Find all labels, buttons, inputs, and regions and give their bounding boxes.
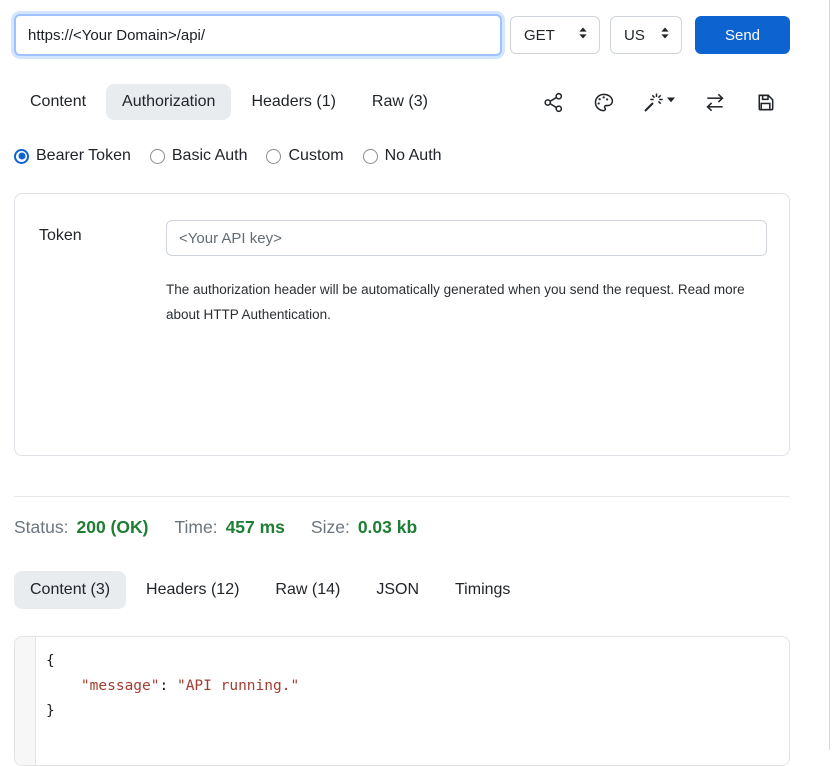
updown-arrows-icon (659, 26, 671, 44)
radio-circle-icon[interactable] (266, 149, 281, 164)
time-label: Time: (174, 517, 217, 538)
tab-authorization[interactable]: Authorization (106, 84, 231, 120)
json-key: "message" (81, 678, 160, 694)
token-label: Token (39, 220, 166, 256)
save-icon[interactable] (754, 91, 777, 114)
radio-circle-icon[interactable] (363, 149, 378, 164)
send-button[interactable]: Send (695, 16, 790, 54)
token-input[interactable] (166, 220, 767, 256)
time-value: 457 ms (226, 517, 285, 538)
json-brace: } (46, 703, 55, 719)
status-value: 200 (OK) (76, 517, 148, 538)
size-value: 0.03 kb (358, 517, 417, 538)
json-indent (46, 678, 81, 694)
region-select[interactable]: US (610, 16, 682, 54)
response-status-row: Status: 200 (OK) Time: 457 ms Size: 0.03… (14, 517, 790, 538)
request-tabs: Content Authorization Headers (1) Raw (3… (14, 84, 790, 120)
json-separator: : (160, 678, 177, 694)
tab-raw[interactable]: Raw (3) (356, 84, 444, 120)
palette-icon[interactable] (592, 91, 615, 114)
response-json: { "message": "API running." } (36, 637, 299, 765)
code-gutter (15, 637, 36, 765)
request-bar: GET US Send (14, 14, 790, 56)
json-brace: { (46, 653, 55, 669)
json-value: "API running." (177, 678, 299, 694)
magic-wand-icon[interactable] (642, 91, 676, 114)
resp-tab-json[interactable]: JSON (360, 571, 435, 609)
tab-content[interactable]: Content (14, 84, 102, 120)
radio-bearer-token[interactable]: Bearer Token (14, 147, 131, 165)
divider (14, 496, 790, 497)
radio-label: Basic Auth (172, 147, 248, 165)
response-tabs: Content (3) Headers (12) Raw (14) JSON T… (14, 571, 790, 609)
updown-arrows-icon (577, 26, 589, 44)
method-select-value: GET (524, 27, 555, 44)
resp-tab-raw[interactable]: Raw (14) (259, 571, 356, 609)
radio-circle-icon[interactable] (14, 149, 29, 164)
radio-label: Bearer Token (36, 147, 131, 165)
url-input[interactable] (14, 14, 502, 56)
resp-tab-timings[interactable]: Timings (439, 571, 526, 609)
bearer-token-panel: Token The authorization header will be a… (14, 193, 790, 456)
radio-no-auth[interactable]: No Auth (363, 147, 442, 165)
radio-basic-auth[interactable]: Basic Auth (150, 147, 248, 165)
tab-headers[interactable]: Headers (1) (235, 84, 351, 120)
token-help-text: The authorization header will be automat… (166, 277, 767, 327)
radio-circle-icon[interactable] (150, 149, 165, 164)
page-edge-line (829, 0, 830, 750)
resp-tab-content[interactable]: Content (3) (14, 571, 126, 609)
caret-down-icon (667, 97, 675, 102)
auth-type-options: Bearer Token Basic Auth Custom No Auth (14, 147, 790, 165)
method-select[interactable]: GET (510, 16, 600, 54)
page: GET US Send Content Authorization Header… (0, 0, 837, 766)
token-field-row: Token (39, 220, 767, 256)
radio-label: Custom (288, 147, 343, 165)
response-body-viewer: { "message": "API running." } (14, 636, 790, 766)
request-toolbar (542, 91, 777, 114)
swap-arrows-icon[interactable] (703, 91, 727, 114)
share-icon[interactable] (542, 91, 565, 114)
status-label: Status: (14, 517, 68, 538)
resp-tab-headers[interactable]: Headers (12) (130, 571, 255, 609)
radio-custom[interactable]: Custom (266, 147, 343, 165)
region-select-value: US (624, 27, 645, 44)
radio-label: No Auth (385, 147, 442, 165)
size-label: Size: (311, 517, 350, 538)
